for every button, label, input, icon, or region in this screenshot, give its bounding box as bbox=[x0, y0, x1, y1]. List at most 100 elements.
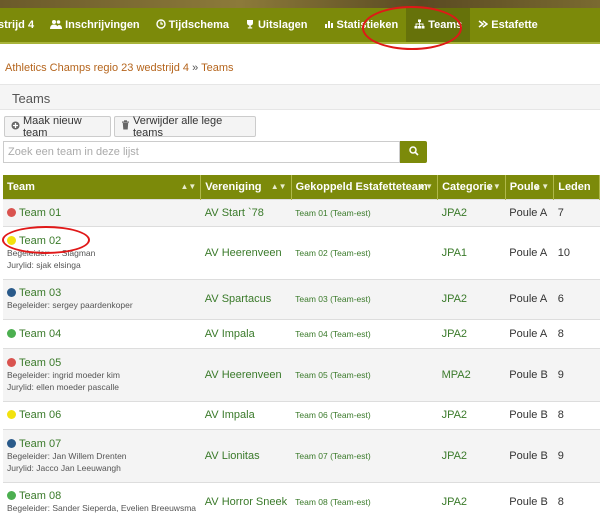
nav-item-wedstrijd[interactable]: strijd 4 bbox=[0, 8, 42, 42]
estafetteteam-link[interactable]: Team 02 (Team-est) bbox=[295, 248, 371, 258]
team-color-dot bbox=[7, 207, 16, 217]
cell-vereniging: AV Start `78 bbox=[200, 198, 292, 226]
team-link[interactable]: Team 01 bbox=[19, 207, 61, 219]
team-color-dot bbox=[7, 357, 16, 367]
team-link[interactable]: Team 07 bbox=[19, 438, 61, 450]
bar-chart-icon bbox=[324, 19, 334, 32]
estafetteteam-link[interactable]: Team 01 (Team-est) bbox=[295, 208, 371, 218]
column-header-team[interactable]: Team ▲▼ bbox=[3, 175, 202, 199]
team-link[interactable]: Team 06 bbox=[19, 409, 61, 421]
categorie-link[interactable]: JPA2 bbox=[442, 450, 467, 462]
vereniging-link[interactable]: AV Impala bbox=[205, 409, 255, 421]
categorie-link[interactable]: JPA2 bbox=[442, 328, 467, 340]
vereniging-link[interactable]: AV Start `78 bbox=[205, 207, 264, 219]
cell-leden: 8 bbox=[553, 318, 600, 348]
cell-vereniging: AV Lionitas bbox=[200, 428, 292, 482]
nav-item-uitslagen[interactable]: Uitslagen bbox=[237, 8, 316, 42]
column-header-poule[interactable]: Poule ▲▼ bbox=[505, 175, 555, 199]
vereniging-link[interactable]: AV Spartacus bbox=[205, 293, 271, 305]
cell-estafetteteam: Team 01 (Team-est) bbox=[291, 198, 438, 226]
estafetteteam-link[interactable]: Team 06 (Team-est) bbox=[295, 410, 371, 420]
cell-leden: 6 bbox=[553, 278, 600, 319]
team-link[interactable]: Team 03 bbox=[19, 287, 61, 299]
cell-categorie: MPA2 bbox=[437, 347, 506, 401]
column-header-categorie[interactable]: Categorie ▲▼ bbox=[437, 175, 506, 199]
trash-icon bbox=[121, 120, 130, 133]
cell-team: Team 08 Begeleider: Sander Sieperda, Evel… bbox=[3, 481, 201, 521]
categorie-link[interactable]: JPA2 bbox=[442, 409, 467, 421]
poule-value: Poule B bbox=[509, 495, 548, 508]
nav-item-estafette[interactable]: Estafette bbox=[470, 8, 545, 42]
categorie-link[interactable]: MPA2 bbox=[442, 369, 471, 381]
team-color-dot bbox=[7, 328, 16, 338]
team-staff-line: Jurylid: ellen moeder pascalle bbox=[7, 381, 119, 392]
vereniging-link[interactable]: AV Heerenveen bbox=[205, 369, 282, 381]
team-staff-line: Jurylid: Jacco Jan Leeuwangh bbox=[7, 462, 121, 473]
nav-item-tijdschema[interactable]: Tijdschema bbox=[148, 8, 237, 42]
vereniging-link[interactable]: AV Impala bbox=[205, 328, 255, 340]
relay-icon bbox=[478, 19, 489, 32]
leden-count: 9 bbox=[557, 449, 564, 462]
cell-estafetteteam: Team 03 (Team-est) bbox=[291, 278, 438, 319]
table-row: Team 06 AV Impala Team 06 (Team-est) JPA2 Po… bbox=[3, 400, 600, 429]
cell-team: Team 07 Begeleider: Jan Willem Drenten Jur… bbox=[3, 428, 201, 482]
cell-team: Team 05 Begeleider: ingrid moeder kim Jury… bbox=[3, 347, 201, 401]
vereniging-link[interactable]: AV Lionitas bbox=[205, 450, 260, 462]
breadcrumb-event-link[interactable]: Athletics Champs regio 23 wedstrijd 4 bbox=[5, 62, 189, 74]
leden-count: 7 bbox=[557, 206, 564, 219]
estafetteteam-link[interactable]: Team 08 (Team-est) bbox=[295, 497, 371, 507]
column-header-leden[interactable]: Leden bbox=[553, 175, 600, 199]
teams-table: Team ▲▼ Vereniging ▲▼ Gekoppeld Estafettet… bbox=[3, 175, 600, 521]
cell-leden: 7 bbox=[553, 198, 600, 226]
cell-vereniging: AV Horror Sneek bbox=[200, 481, 292, 521]
estafetteteam-link[interactable]: Team 04 (Team-est) bbox=[295, 329, 371, 339]
estafetteteam-link[interactable]: Team 03 (Team-est) bbox=[295, 294, 371, 304]
vereniging-link[interactable]: AV Horror Sneek bbox=[205, 496, 287, 508]
estafetteteam-link[interactable]: Team 07 (Team-est) bbox=[295, 451, 371, 461]
team-link[interactable]: Team 08 bbox=[19, 490, 61, 502]
breadcrumb-current[interactable]: Teams bbox=[201, 62, 233, 74]
navbar-divider bbox=[0, 42, 600, 44]
leden-count: 10 bbox=[557, 246, 570, 259]
cell-estafetteteam: Team 02 (Team-est) bbox=[291, 225, 438, 279]
sort-icon: ▲▼ bbox=[533, 182, 550, 191]
cell-leden: 9 bbox=[553, 428, 600, 482]
team-color-dot bbox=[7, 410, 16, 419]
cell-estafetteteam: Team 04 (Team-est) bbox=[291, 318, 438, 348]
cell-vereniging: AV Impala bbox=[200, 400, 292, 429]
cell-leden: 8 bbox=[553, 481, 600, 521]
table-row: Team 04 AV Impala Team 04 (Team-est) JPA2 Po… bbox=[3, 318, 600, 348]
categorie-link[interactable]: JPA2 bbox=[442, 207, 467, 219]
new-team-button[interactable]: Maak nieuw team bbox=[4, 115, 111, 139]
trophy-icon bbox=[245, 19, 255, 32]
team-link[interactable]: Team 05 bbox=[19, 357, 61, 369]
users-icon bbox=[50, 19, 63, 32]
cell-estafetteteam: Team 06 (Team-est) bbox=[291, 400, 438, 429]
leden-count: 8 bbox=[557, 495, 564, 508]
breadcrumb-separator: » bbox=[192, 62, 199, 74]
column-header-label: Leden bbox=[558, 180, 591, 193]
sort-icon: ▲▼ bbox=[484, 182, 501, 191]
poule-value: Poule A bbox=[509, 246, 548, 259]
sort-icon: ▲▼ bbox=[270, 182, 287, 191]
table-row: Team 01 AV Start `78 Team 01 (Team-est) JPA… bbox=[3, 198, 600, 226]
cell-categorie: JPA2 bbox=[437, 198, 506, 226]
estafetteteam-link[interactable]: Team 05 (Team-est) bbox=[295, 370, 371, 380]
team-color-dot bbox=[7, 288, 16, 297]
team-color-dot bbox=[7, 438, 16, 448]
vereniging-link[interactable]: AV Heerenveen bbox=[205, 247, 282, 259]
delete-empty-teams-button[interactable]: Verwijder alle lege teams bbox=[114, 115, 256, 139]
column-header-estafetteteam[interactable]: Gekoppeld Estafetteteam ▲▼ bbox=[291, 175, 439, 199]
nav-item-inschrijvingen[interactable]: Inschrijvingen bbox=[42, 8, 148, 42]
annotation-circle-team-02 bbox=[2, 226, 90, 254]
categorie-link[interactable]: JPA2 bbox=[442, 293, 467, 305]
poule-value: Poule B bbox=[509, 449, 548, 462]
categorie-link[interactable]: JPA1 bbox=[442, 247, 467, 259]
table-header-row: Team ▲▼ Vereniging ▲▼ Gekoppeld Estafettet… bbox=[3, 175, 600, 199]
column-header-vereniging[interactable]: Vereniging ▲▼ bbox=[200, 175, 292, 199]
categorie-link[interactable]: JPA2 bbox=[442, 496, 467, 508]
search-button[interactable] bbox=[400, 141, 427, 163]
team-link[interactable]: Team 04 bbox=[19, 328, 61, 340]
poule-value: Poule B bbox=[509, 409, 548, 421]
search-input[interactable] bbox=[3, 141, 400, 163]
